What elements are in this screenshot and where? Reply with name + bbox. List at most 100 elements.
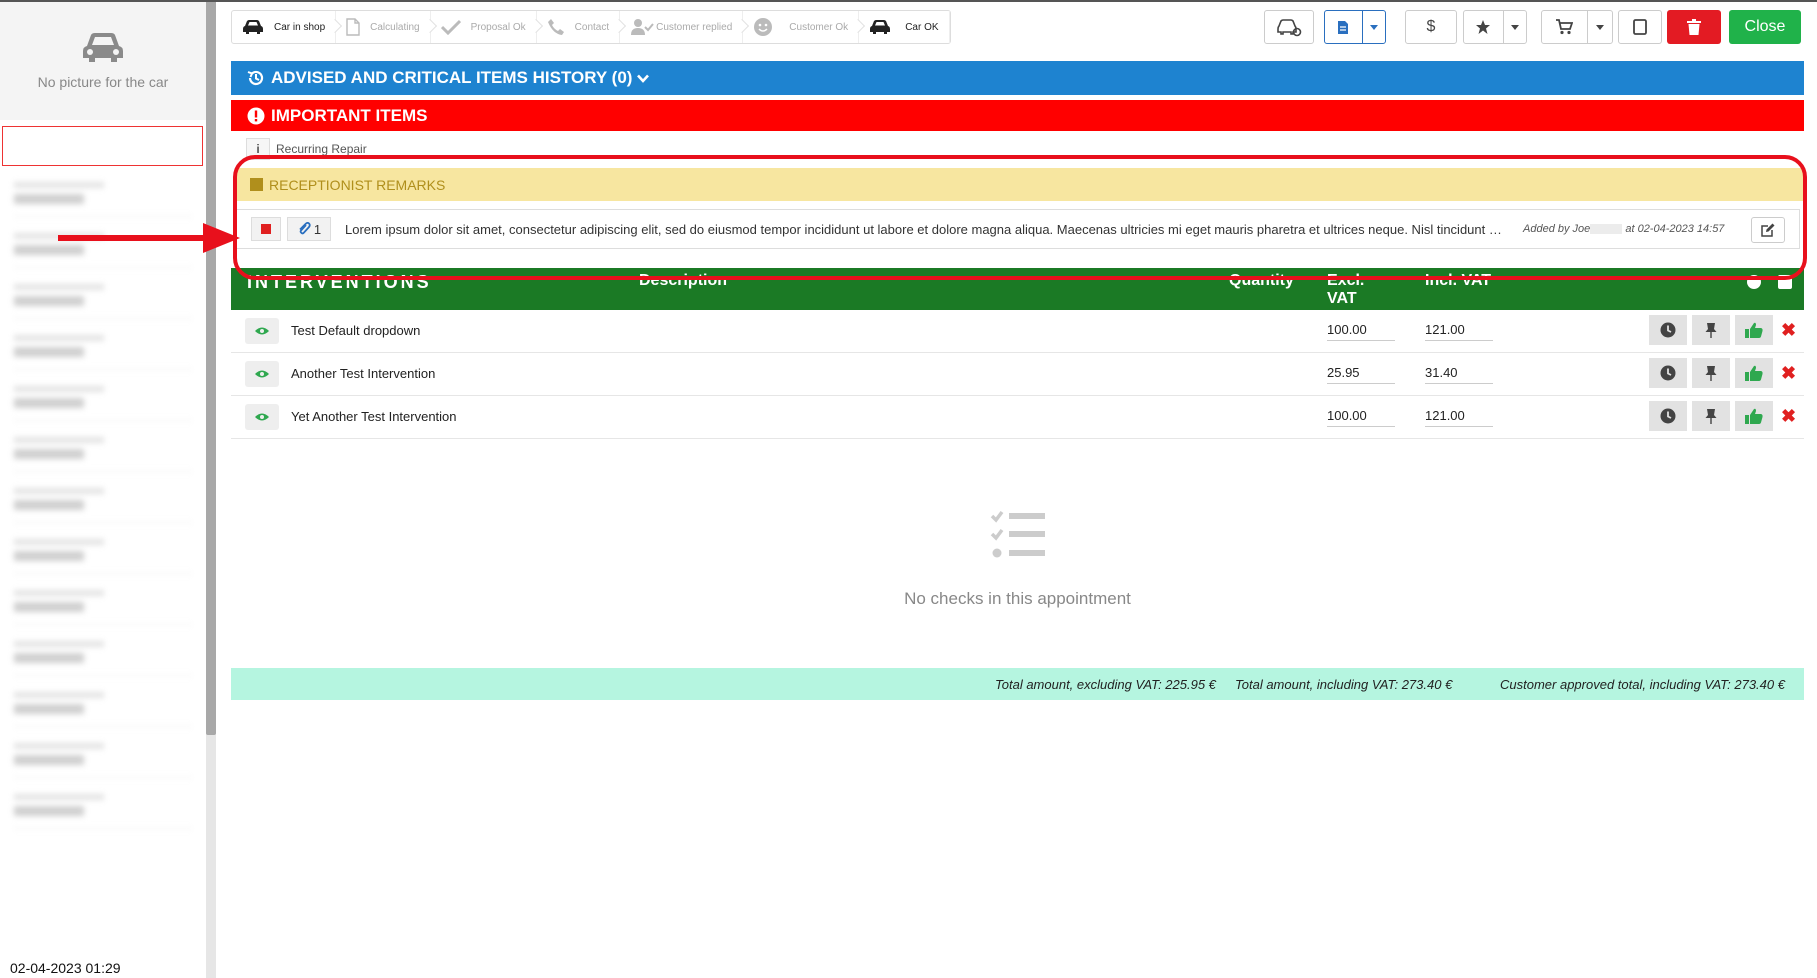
excl-vat-input[interactable]: 100.00 xyxy=(1327,408,1395,427)
intervention-description: Another Test Intervention xyxy=(291,366,436,381)
column-quantity: Quantity xyxy=(1229,272,1294,289)
clock-button[interactable] xyxy=(1649,315,1687,345)
visibility-toggle[interactable] xyxy=(245,318,279,344)
edit-icon xyxy=(1761,223,1775,237)
total-approved: Customer approved total, including VAT: … xyxy=(1500,677,1785,692)
step-car-in-shop[interactable]: Car in shop xyxy=(232,11,337,43)
step-label: Customer Ok xyxy=(789,21,849,33)
clock-icon xyxy=(1660,408,1676,424)
cart-button[interactable] xyxy=(1542,11,1587,43)
table-row: Yet Another Test Intervention 100.00 121… xyxy=(231,396,1804,439)
cart-dropdown[interactable] xyxy=(1541,10,1613,44)
clock-icon xyxy=(1660,322,1676,338)
car-placeholder-icon xyxy=(83,33,123,62)
favorites-dropdown[interactable] xyxy=(1463,10,1527,44)
remark-row: 1 Lorem ipsum dolor sit amet, consectetu… xyxy=(236,209,1800,249)
totals-bar: Total amount, excluding VAT: 225.95 € To… xyxy=(231,668,1804,700)
interventions-title: INTERVENTIONS xyxy=(247,272,432,292)
info-icon[interactable]: i xyxy=(246,138,270,160)
attachments-button[interactable]: 1 xyxy=(287,217,331,241)
clock-button[interactable] xyxy=(1649,358,1687,388)
approve-button[interactable] xyxy=(1735,401,1773,431)
alert-circle-icon xyxy=(247,107,265,125)
phone-icon xyxy=(547,18,565,36)
thumbs-up-icon xyxy=(1745,408,1763,424)
remark-flag-button[interactable] xyxy=(251,217,281,241)
remark-text: Lorem ipsum dolor sit amet, consectetur … xyxy=(345,221,1509,237)
step-label: Customer replied xyxy=(656,21,733,33)
chevron-down-icon xyxy=(1369,24,1378,30)
excl-vat-input[interactable]: 100.00 xyxy=(1327,322,1395,341)
excl-vat-input[interactable]: 25.95 xyxy=(1327,365,1395,384)
step-label: Car in shop xyxy=(274,21,326,33)
checks-empty-state: No checks in this appointment xyxy=(231,510,1804,609)
cart-caret[interactable] xyxy=(1586,11,1612,43)
documents-button[interactable] xyxy=(1325,11,1362,43)
column-incl-vat: Incl. VAT xyxy=(1425,272,1492,289)
visibility-toggle[interactable] xyxy=(245,404,279,430)
favorites-button[interactable] xyxy=(1464,11,1503,43)
history-icon xyxy=(247,69,265,87)
status-steps: Car in shop Calculating Proposal Ok Cont… xyxy=(231,10,951,44)
eye-icon xyxy=(255,370,269,378)
tablet-icon xyxy=(1633,19,1647,35)
remove-icon[interactable]: ✖ xyxy=(1781,363,1796,384)
incl-vat-input[interactable]: 121.00 xyxy=(1425,322,1493,341)
chevron-down-icon xyxy=(637,74,650,83)
approve-button[interactable] xyxy=(1735,315,1773,345)
sidebar-scrollbar-thumb[interactable] xyxy=(206,0,216,735)
receptionist-remarks-title: RECEPTIONIST REMARKS xyxy=(269,176,446,193)
history-section-header[interactable]: ADVISED AND CRITICAL ITEMS HISTORY (0) xyxy=(231,61,1804,95)
pin-button[interactable] xyxy=(1692,401,1730,431)
important-items-title: IMPORTANT ITEMS xyxy=(271,105,428,125)
top-border xyxy=(0,0,1817,2)
pin-icon xyxy=(1705,409,1717,424)
cart-icon xyxy=(1556,19,1574,35)
check-icon xyxy=(440,19,461,35)
visibility-toggle[interactable] xyxy=(245,361,279,387)
payment-button[interactable]: $ xyxy=(1405,10,1457,44)
step-customer-ok[interactable]: Customer Ok xyxy=(743,11,860,43)
tablet-button[interactable] xyxy=(1618,10,1662,44)
incl-vat-input[interactable]: 121.00 xyxy=(1425,408,1493,427)
step-label: Proposal Ok xyxy=(470,21,526,33)
car-wash-button[interactable] xyxy=(1264,10,1314,44)
clock-button[interactable] xyxy=(1649,401,1687,431)
step-car-ok[interactable]: Car OK xyxy=(859,11,950,43)
step-contact[interactable]: Contact xyxy=(537,11,621,43)
paperclip-icon xyxy=(299,222,311,235)
delete-button[interactable] xyxy=(1667,10,1721,44)
file-icon xyxy=(346,18,360,36)
step-label: Calculating xyxy=(370,21,420,33)
total-incl-vat: Total amount, including VAT: 273.40 € xyxy=(1235,677,1453,692)
clock-icon xyxy=(1660,365,1676,381)
car-icon xyxy=(242,19,264,35)
pin-button[interactable] xyxy=(1692,315,1730,345)
blurred-author-name xyxy=(1590,224,1623,235)
documents-dropdown[interactable] xyxy=(1324,10,1386,44)
incl-vat-input[interactable]: 31.40 xyxy=(1425,365,1493,384)
sidebar-selected-item[interactable] xyxy=(2,126,203,166)
no-picture-label: No picture for the car xyxy=(37,74,169,90)
interventions-header: INTERVENTIONS Description Quantity Excl.… xyxy=(231,268,1804,310)
pin-icon xyxy=(1705,366,1717,381)
annotation-arrow-icon xyxy=(58,223,240,253)
step-proposal-ok[interactable]: Proposal Ok xyxy=(431,11,537,43)
step-calculating[interactable]: Calculating xyxy=(336,11,431,43)
favorites-caret[interactable] xyxy=(1502,11,1526,43)
total-excl-vat: Total amount, excluding VAT: 225.95 € xyxy=(995,677,1216,692)
edit-remark-button[interactable] xyxy=(1751,217,1785,243)
receptionist-remarks-header: RECEPTIONIST REMARKS xyxy=(236,168,1803,201)
documents-caret[interactable] xyxy=(1361,11,1385,43)
remove-icon[interactable]: ✖ xyxy=(1781,406,1796,427)
step-customer-replied[interactable]: Customer replied xyxy=(620,11,744,43)
column-excl-vat: Excl. VAT xyxy=(1327,272,1365,307)
sidebar: No picture for the car 02-04-2023 01:29 xyxy=(0,0,218,978)
user-check-icon xyxy=(630,18,654,36)
remove-icon[interactable]: ✖ xyxy=(1781,320,1796,341)
important-items-header: IMPORTANT ITEMS xyxy=(231,100,1804,131)
car-icon xyxy=(869,19,891,35)
close-button[interactable]: Close xyxy=(1729,10,1801,44)
approve-button[interactable] xyxy=(1735,358,1773,388)
pin-button[interactable] xyxy=(1692,358,1730,388)
